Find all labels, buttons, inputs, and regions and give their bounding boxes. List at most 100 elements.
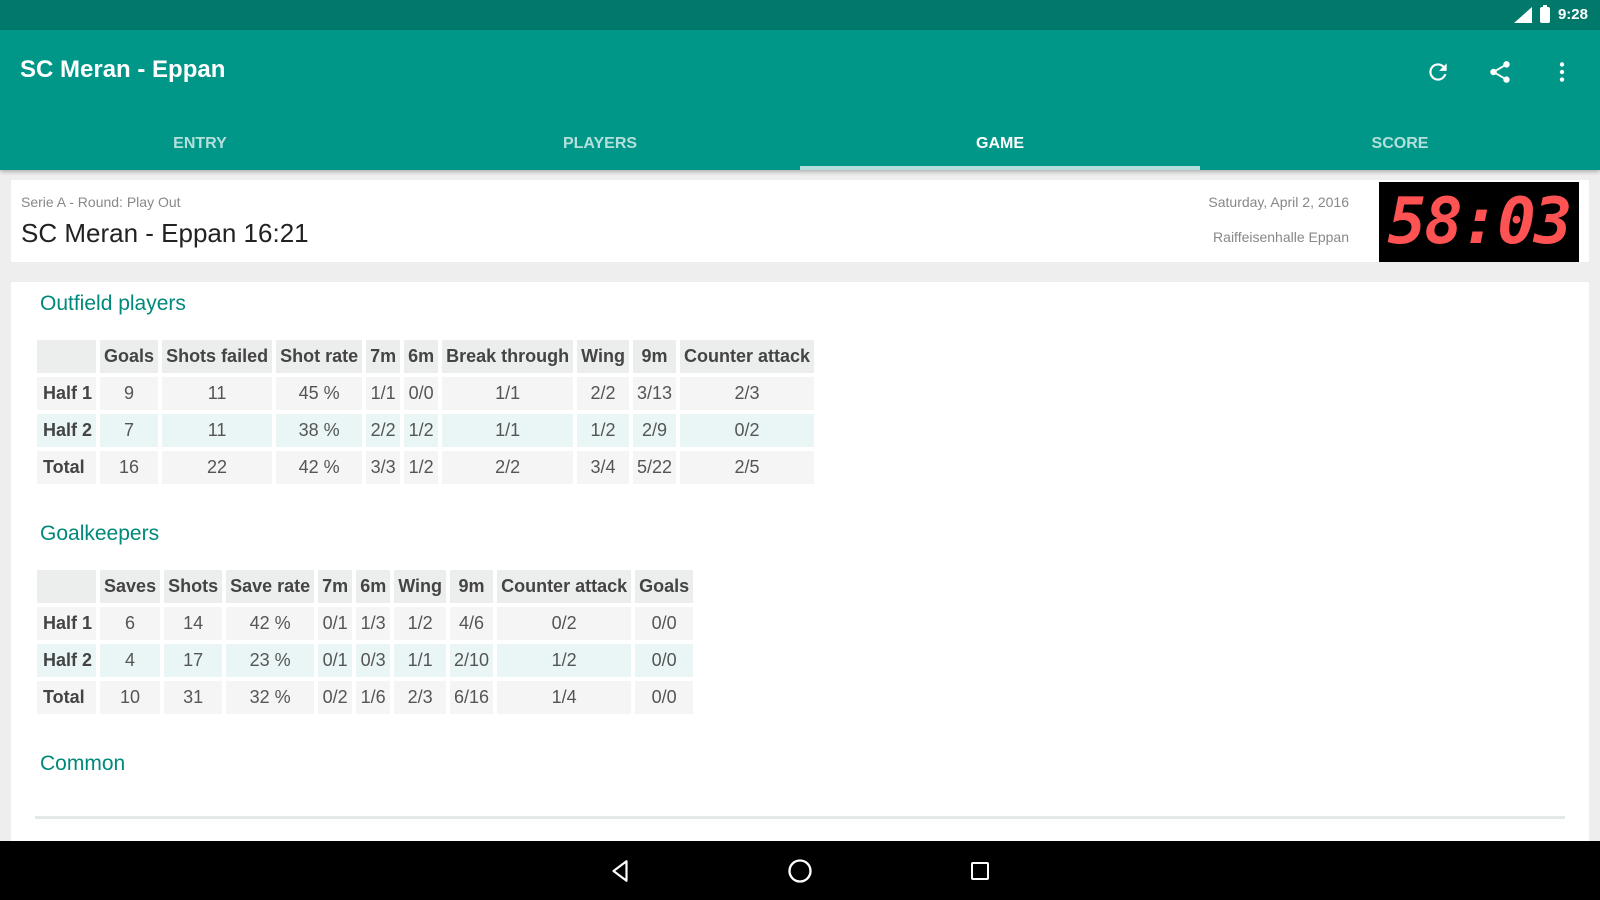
back-icon <box>612 859 628 882</box>
more-options-button[interactable] <box>1542 52 1582 92</box>
table-cell: 23 % <box>226 644 315 677</box>
table-cell: 0/1 <box>318 607 353 640</box>
row-label: Total <box>37 451 97 484</box>
table-header-cell: Shot rate <box>276 340 363 373</box>
table-row: Total 10 31 32 % 0/2 1/6 2/3 6/16 1/4 0/0 <box>37 681 694 714</box>
table-cell: 3/3 <box>366 451 401 484</box>
table-cell: 2/3 <box>394 681 447 714</box>
table-cell: 6 <box>100 607 161 640</box>
recents-icon <box>971 861 989 880</box>
more-vert-icon <box>1559 62 1565 82</box>
table-cell: 38 % <box>276 414 363 447</box>
share-icon <box>1490 61 1510 83</box>
table-cell: 0/2 <box>497 607 632 640</box>
table-header-cell: 9m <box>450 570 494 603</box>
refresh-icon <box>1429 63 1447 81</box>
signal-icon <box>1513 6 1532 23</box>
table-row: Half 1 9 11 45 % 1/1 0/0 1/1 2/2 3/13 2/3 <box>37 377 815 410</box>
table-header-cell: Counter attack <box>497 570 632 603</box>
table-cell: 1/1 <box>442 377 574 410</box>
table-cell: 32 % <box>226 681 315 714</box>
table-cell: 1/3 <box>356 607 391 640</box>
table-cell: 1/6 <box>356 681 391 714</box>
app-title: SC Meran - Eppan <box>20 56 226 83</box>
tab-bar: ENTRY PLAYERS GAME SCORE <box>0 120 1600 170</box>
recents-button[interactable] <box>960 851 1000 891</box>
table-cell: 0/0 <box>635 681 694 714</box>
table-header-row: Saves Shots Save rate 7m 6m Wing 9m Counter att… <box>37 570 694 603</box>
table-cell: 2/9 <box>632 414 677 447</box>
table-header-cell: Saves <box>100 570 161 603</box>
outfield-players-title: Outfield players <box>40 292 186 315</box>
row-label: Total <box>37 681 97 714</box>
table-header-cell: Shots <box>164 570 223 603</box>
app-bar: SC Meran - Eppan ENTRY PLAYERS GAME SCOR… <box>0 30 1600 170</box>
row-label: Half 1 <box>37 377 97 410</box>
table-header-cell: 7m <box>366 340 401 373</box>
table-header-cell: 7m <box>318 570 353 603</box>
table-header-cell: Goals <box>100 340 159 373</box>
table-cell: 1/2 <box>497 644 632 677</box>
tab-game[interactable]: GAME <box>800 120 1200 170</box>
tab-entry[interactable]: ENTRY <box>0 120 400 170</box>
table-cell: 3/13 <box>632 377 677 410</box>
table-cell: 6/16 <box>450 681 494 714</box>
table-cell: 0/0 <box>635 607 694 640</box>
table-cell: 5/22 <box>632 451 677 484</box>
table-cell: 0/0 <box>635 644 694 677</box>
table-cell: 0/1 <box>318 644 353 677</box>
table-cell: 1/2 <box>577 414 629 447</box>
table-cell: 1/1 <box>442 414 574 447</box>
table-cell: 1/1 <box>366 377 401 410</box>
refresh-button[interactable] <box>1418 52 1458 92</box>
status-bar: 9:28 <box>0 0 1600 30</box>
common-title: Common <box>40 752 126 775</box>
table-cell: 16 <box>100 451 159 484</box>
table-cell: 10 <box>100 681 161 714</box>
table-cell: 4/6 <box>450 607 494 640</box>
match-header: Serie A - Round: Play Out SC Meran - Epp… <box>11 180 1589 262</box>
table-cell: 22 <box>162 451 273 484</box>
league-round: Serie A - Round: Play Out <box>21 194 181 210</box>
battery-icon <box>1539 4 1550 23</box>
table-cell: 1/2 <box>404 414 439 447</box>
share-button[interactable] <box>1480 52 1520 92</box>
table-cell: 0/0 <box>404 377 439 410</box>
table-row: Total 16 22 42 % 3/3 1/2 2/2 3/4 5/22 2/5 <box>37 451 815 484</box>
table-cell: 2/2 <box>442 451 574 484</box>
back-button[interactable] <box>600 851 640 891</box>
table-cell: 45 % <box>276 377 363 410</box>
table-cell: 0/3 <box>356 644 391 677</box>
table-cell: 42 % <box>226 607 315 640</box>
match-score: SC Meran - Eppan 16:21 <box>21 218 309 248</box>
outfield-players-table: Goals Shots failed Shot rate 7m 6m Break thro… <box>33 336 818 488</box>
table-cell: 31 <box>164 681 223 714</box>
table-header-cell: 9m <box>632 340 677 373</box>
table-header-cell: Goals <box>635 570 694 603</box>
goalkeepers-title: Goalkeepers <box>40 522 160 545</box>
table-cell: 2/10 <box>450 644 494 677</box>
row-label: Half 1 <box>37 607 97 640</box>
status-time: 9:28 <box>1557 6 1588 23</box>
table-cell: 11 <box>162 414 273 447</box>
table-cell: 17 <box>164 644 223 677</box>
table-row: Half 1 6 14 42 % 0/1 1/3 1/2 4/6 0/2 0/0 <box>37 607 694 640</box>
statistics-card: Outfield players Goals Shots failed Shot r… <box>11 282 1589 842</box>
table-cell: 1/2 <box>404 451 439 484</box>
table-cell: 0/2 <box>318 681 353 714</box>
row-label: Half 2 <box>37 414 97 447</box>
table-cell: 11 <box>162 377 273 410</box>
goalkeepers-table: Saves Shots Save rate 7m 6m Wing 9m Counter att… <box>33 566 697 718</box>
tab-score[interactable]: SCORE <box>1200 120 1600 170</box>
tab-players[interactable]: PLAYERS <box>400 120 800 170</box>
table-row: Half 2 4 17 23 % 0/1 0/3 1/1 2/10 1/2 0/0 <box>37 644 694 677</box>
table-cell: 3/4 <box>577 451 629 484</box>
row-label: Half 2 <box>37 644 97 677</box>
app-actions <box>1418 52 1582 92</box>
table-header-cell: Wing <box>577 340 629 373</box>
table-header-corner <box>37 570 97 603</box>
home-button[interactable] <box>780 851 820 891</box>
match-venue: Raiffeisenhalle Eppan <box>1213 229 1349 245</box>
game-clock: 58:03 <box>1379 182 1579 262</box>
table-cell: 2/2 <box>366 414 401 447</box>
